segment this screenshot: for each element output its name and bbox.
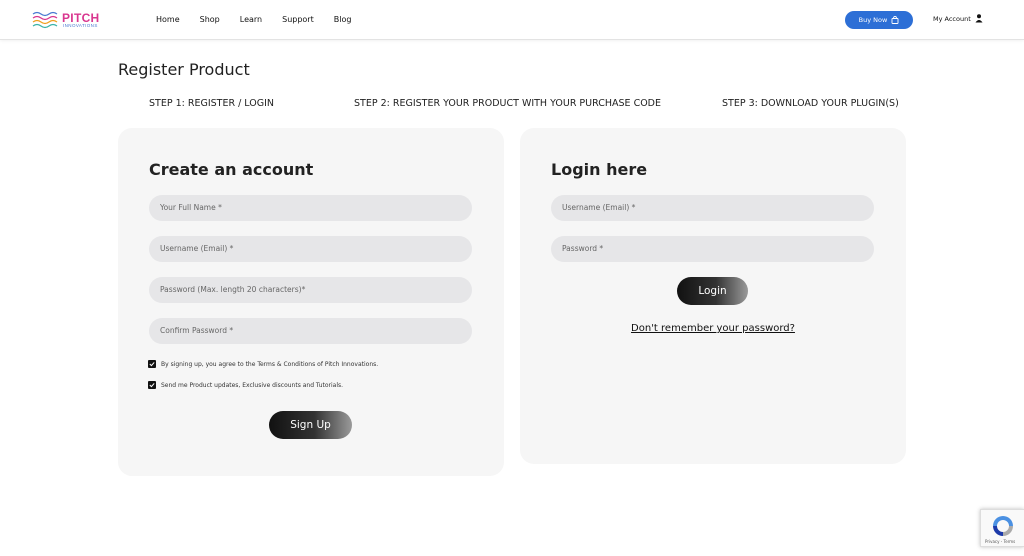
login-title: Login here bbox=[551, 160, 648, 179]
forgot-password-link[interactable]: Don't remember your password? bbox=[520, 323, 906, 334]
newsletter-checkbox[interactable] bbox=[148, 381, 156, 389]
brand-logo[interactable]: PITCH INNOVATIONS bbox=[32, 10, 104, 30]
site-header: PITCH INNOVATIONS Home Shop Learn Suppor… bbox=[0, 0, 1024, 40]
brand-tagline: INNOVATIONS bbox=[63, 23, 98, 28]
nav-learn[interactable]: Learn bbox=[240, 13, 262, 27]
user-icon bbox=[975, 14, 983, 23]
my-account-label: My Account bbox=[933, 14, 971, 23]
nav-blog[interactable]: Blog bbox=[334, 13, 352, 27]
step-3-label: STEP 3: DOWNLOAD YOUR PLUGIN(S) bbox=[722, 98, 899, 109]
step-2-label: STEP 2: REGISTER YOUR PRODUCT WITH YOUR … bbox=[354, 98, 662, 109]
checkmark-icon bbox=[149, 362, 155, 367]
buy-now-label: Buy Now bbox=[858, 16, 888, 24]
login-email-input[interactable]: Username (Email) * bbox=[551, 195, 874, 221]
login-password-input[interactable]: Password * bbox=[551, 236, 874, 262]
create-account-title: Create an account bbox=[149, 160, 314, 179]
main-nav: Home Shop Learn Support Blog bbox=[156, 13, 371, 27]
terms-label: By signing up, you agree to the Terms & … bbox=[161, 360, 379, 368]
step-1-label: STEP 1: REGISTER / LOGIN bbox=[149, 98, 274, 109]
confirm-password-input[interactable]: Confirm Password * bbox=[149, 318, 472, 344]
checkmark-icon bbox=[149, 383, 155, 388]
recaptcha-badge[interactable]: Privacy - Terms bbox=[980, 509, 1024, 547]
login-card: Login here Username (Email) * Password *… bbox=[520, 128, 906, 464]
nav-shop[interactable]: Shop bbox=[200, 13, 220, 27]
newsletter-label: Send me Product updates, Exclusive disco… bbox=[161, 381, 344, 389]
shopping-bag-icon bbox=[891, 16, 899, 24]
page-title: Register Product bbox=[118, 60, 250, 79]
create-account-card: Create an account Your Full Name * Usern… bbox=[118, 128, 504, 476]
buy-now-button[interactable]: Buy Now bbox=[845, 11, 913, 29]
newsletter-checkbox-row: Send me Product updates, Exclusive disco… bbox=[148, 381, 343, 389]
full-name-input[interactable]: Your Full Name * bbox=[149, 195, 472, 221]
nav-home[interactable]: Home bbox=[156, 13, 180, 27]
login-button[interactable]: Login bbox=[677, 277, 748, 305]
signup-email-input[interactable]: Username (Email) * bbox=[149, 236, 472, 262]
recaptcha-links: Privacy - Terms bbox=[985, 539, 1016, 544]
wave-logo-icon bbox=[32, 11, 58, 29]
recaptcha-icon bbox=[993, 516, 1013, 536]
terms-checkbox[interactable] bbox=[148, 360, 156, 368]
nav-support[interactable]: Support bbox=[282, 13, 314, 27]
signup-password-input[interactable]: Password (Max. length 20 characters)* bbox=[149, 277, 472, 303]
terms-checkbox-row: By signing up, you agree to the Terms & … bbox=[148, 360, 378, 368]
my-account-link[interactable]: My Account bbox=[933, 14, 983, 23]
sign-up-button[interactable]: Sign Up bbox=[269, 411, 352, 439]
